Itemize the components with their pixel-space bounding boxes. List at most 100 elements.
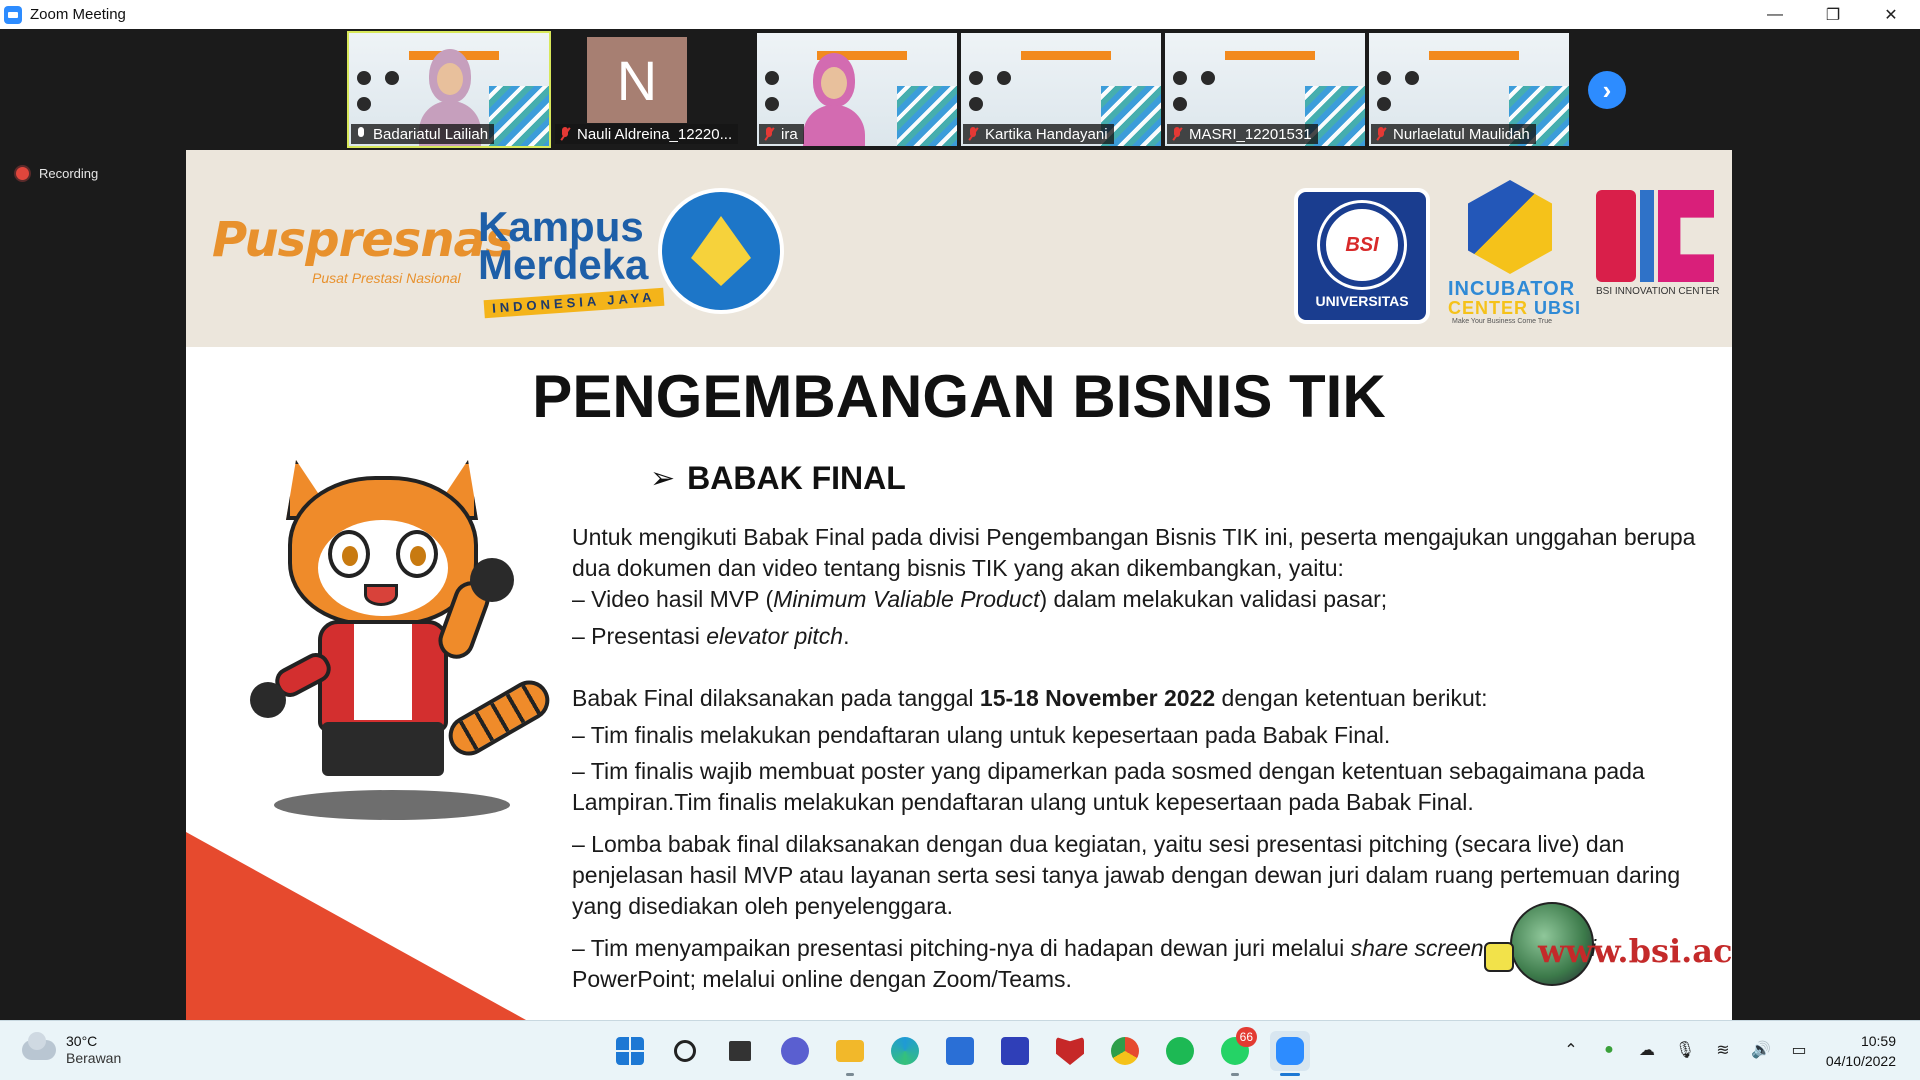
start-button[interactable] (610, 1031, 650, 1071)
minimize-button[interactable]: — (1746, 0, 1804, 29)
zoom-button[interactable] (1270, 1031, 1310, 1076)
participant-nameplate: Nurlaelatul Maulidah (1371, 124, 1536, 144)
edge-button[interactable] (885, 1031, 925, 1071)
mini-avatars (1377, 71, 1437, 111)
date-highlight: 15-18 November 2022 (979, 685, 1216, 711)
text-segment-italic: Minimum Valiable Product (773, 586, 1040, 612)
mini-avatars (969, 71, 1029, 111)
participant-nameplate: Nauli Aldreina_12220... (555, 124, 739, 144)
participant-name: ira (781, 125, 798, 143)
volume-icon[interactable]: 🔊 (1750, 1039, 1772, 1061)
arrow-bullet-icon: ➢ (650, 462, 676, 495)
onedrive-icon[interactable]: ☁ (1636, 1039, 1658, 1061)
whiteboard-button[interactable] (995, 1031, 1035, 1071)
wifi-icon[interactable]: ≋ (1712, 1039, 1734, 1061)
mini-stripes (489, 86, 549, 146)
weather-widget[interactable]: 30°C Berawan (22, 1032, 122, 1067)
mini-avatars (1173, 71, 1233, 111)
file-explorer-button[interactable] (830, 1031, 870, 1076)
participant-tile[interactable]: N Nauli Aldreina_12220... (553, 33, 753, 146)
participant-name: Kartika Handayani (985, 125, 1108, 143)
mouse-icon (1484, 942, 1514, 972)
chevron-up-icon[interactable]: ⌃ (1560, 1039, 1582, 1061)
participant-strip: Badariatul Lailiah N Nauli Aldreina_1222… (0, 29, 1920, 149)
windows-logo-icon (616, 1037, 644, 1065)
next-page-button[interactable]: › (1588, 71, 1626, 109)
puspresnas-subtitle: Pusat Prestasi Nasional (312, 270, 461, 286)
weather-condition: Berawan (66, 1050, 122, 1066)
slide-header: Puspresnas Pusat Prestasi Nasional Kampu… (186, 150, 1732, 347)
text-segment: Babak Final dilaksanakan pada tanggal (572, 685, 980, 711)
clock-time: 10:59 (1860, 1033, 1896, 1049)
store-icon (946, 1037, 974, 1065)
participant-nameplate: Badariatul Lailiah (351, 124, 495, 144)
participant-tile[interactable]: MASRI_12201531 (1165, 33, 1365, 146)
search-icon (674, 1040, 696, 1062)
edge-icon (891, 1037, 919, 1065)
incubator-center-logo: INCUBATOR CENTER UBSI Make Your Business… (1448, 180, 1584, 330)
weather-temperature: 30°C (66, 1033, 98, 1049)
avatar: N (587, 37, 687, 123)
chat-icon (781, 1037, 809, 1065)
bsi-website-badge: www.bsi.ac.id (1476, 902, 1732, 986)
website-url: www.bsi.ac.id (1538, 932, 1732, 970)
rule-item: – Tim finalis wajib membuat poster yang … (572, 758, 1645, 815)
folder-icon (836, 1040, 864, 1062)
windows-taskbar: 30°C Berawan 66 ⌃ ● ☁ 🎙 ≋ 🔊 ▭ 10:59 04/1… (0, 1020, 1920, 1080)
universitas-bsi-logo: BSI UNIVERSITAS (1294, 188, 1430, 324)
mic-muted-icon (559, 126, 571, 142)
text-segment: . (843, 623, 850, 649)
clock[interactable]: 10:59 04/10/2022 (1800, 1031, 1896, 1071)
intro-paragraph: Untuk mengikuti Babak Final pada divisi … (572, 524, 1696, 581)
incubator-tagline: Make Your Business Come True (1452, 318, 1552, 325)
search-button[interactable] (665, 1031, 705, 1071)
spotify-button[interactable] (1160, 1031, 1200, 1071)
task-view-icon (729, 1041, 751, 1061)
recording-indicator[interactable]: Recording (16, 166, 98, 181)
participant-nameplate: ira (759, 124, 804, 144)
whatsapp-button[interactable]: 66 (1215, 1027, 1257, 1076)
participant-tile[interactable]: Kartika Handayani (961, 33, 1161, 146)
task-view-button[interactable] (720, 1031, 760, 1071)
mic-muted-icon (967, 126, 979, 142)
record-icon (16, 167, 29, 180)
tiger-mascot-illustration (248, 460, 557, 820)
mic-muted-icon (1171, 126, 1183, 142)
chrome-button[interactable] (1105, 1031, 1145, 1071)
taskbar-apps: 66 (610, 1027, 1310, 1076)
text-segment: PowerPoint; melalui online dengan Zoom/T… (572, 966, 1072, 992)
close-button[interactable]: ✕ (1862, 0, 1920, 29)
clock-date: 04/10/2022 (1825, 1053, 1896, 1069)
security-icon[interactable]: ● (1598, 1039, 1620, 1061)
cube-icon (1468, 180, 1552, 274)
merdeka-word: Merdeka (478, 241, 649, 288)
text-segment-italic: elevator pitch (706, 623, 844, 649)
requirement-item: – Video hasil MVP (Minimum Valiable Prod… (572, 584, 1722, 615)
window-title: Zoom Meeting (30, 6, 126, 23)
kampus-merdeka-logo: Kampus Merdeka INDONESIA JAYA (478, 206, 665, 322)
text-segment: ) dalam melakukan validasi pasar; (1039, 586, 1388, 612)
puspresnas-wordmark: Puspresnas (212, 212, 513, 268)
incubator-center-word: CENTER UBSI (1448, 298, 1581, 319)
participant-nameplate: MASRI_12201531 (1167, 124, 1318, 144)
mini-banner (1429, 51, 1519, 60)
mcafee-button[interactable] (1050, 1031, 1090, 1071)
puspresnas-logo: Puspresnas Pusat Prestasi Nasional (212, 212, 513, 286)
zoom-icon (1276, 1037, 1304, 1065)
section-heading: ➢ BABAK FINAL (650, 460, 906, 497)
microphone-icon[interactable]: 🎙 (1674, 1039, 1696, 1061)
bic-logo: BSI INNOVATION CENTER (1596, 190, 1726, 297)
participant-name: Nurlaelatul Maulidah (1393, 125, 1530, 143)
store-button[interactable] (940, 1031, 980, 1071)
participant-tile[interactable]: ira (757, 33, 957, 146)
chat-button[interactable] (775, 1031, 815, 1071)
center-word: CENTER (1448, 298, 1535, 318)
section-heading-text: BABAK FINAL (687, 460, 906, 496)
participant-tile[interactable]: Badariatul Lailiah (347, 31, 551, 148)
cloud-icon (22, 1032, 56, 1060)
mini-banner (1021, 51, 1111, 60)
participant-tile[interactable]: Nurlaelatul Maulidah (1369, 33, 1569, 146)
participant-video-person (803, 53, 865, 146)
mic-on-icon (355, 126, 367, 142)
restore-button[interactable]: ❐ (1804, 0, 1862, 29)
